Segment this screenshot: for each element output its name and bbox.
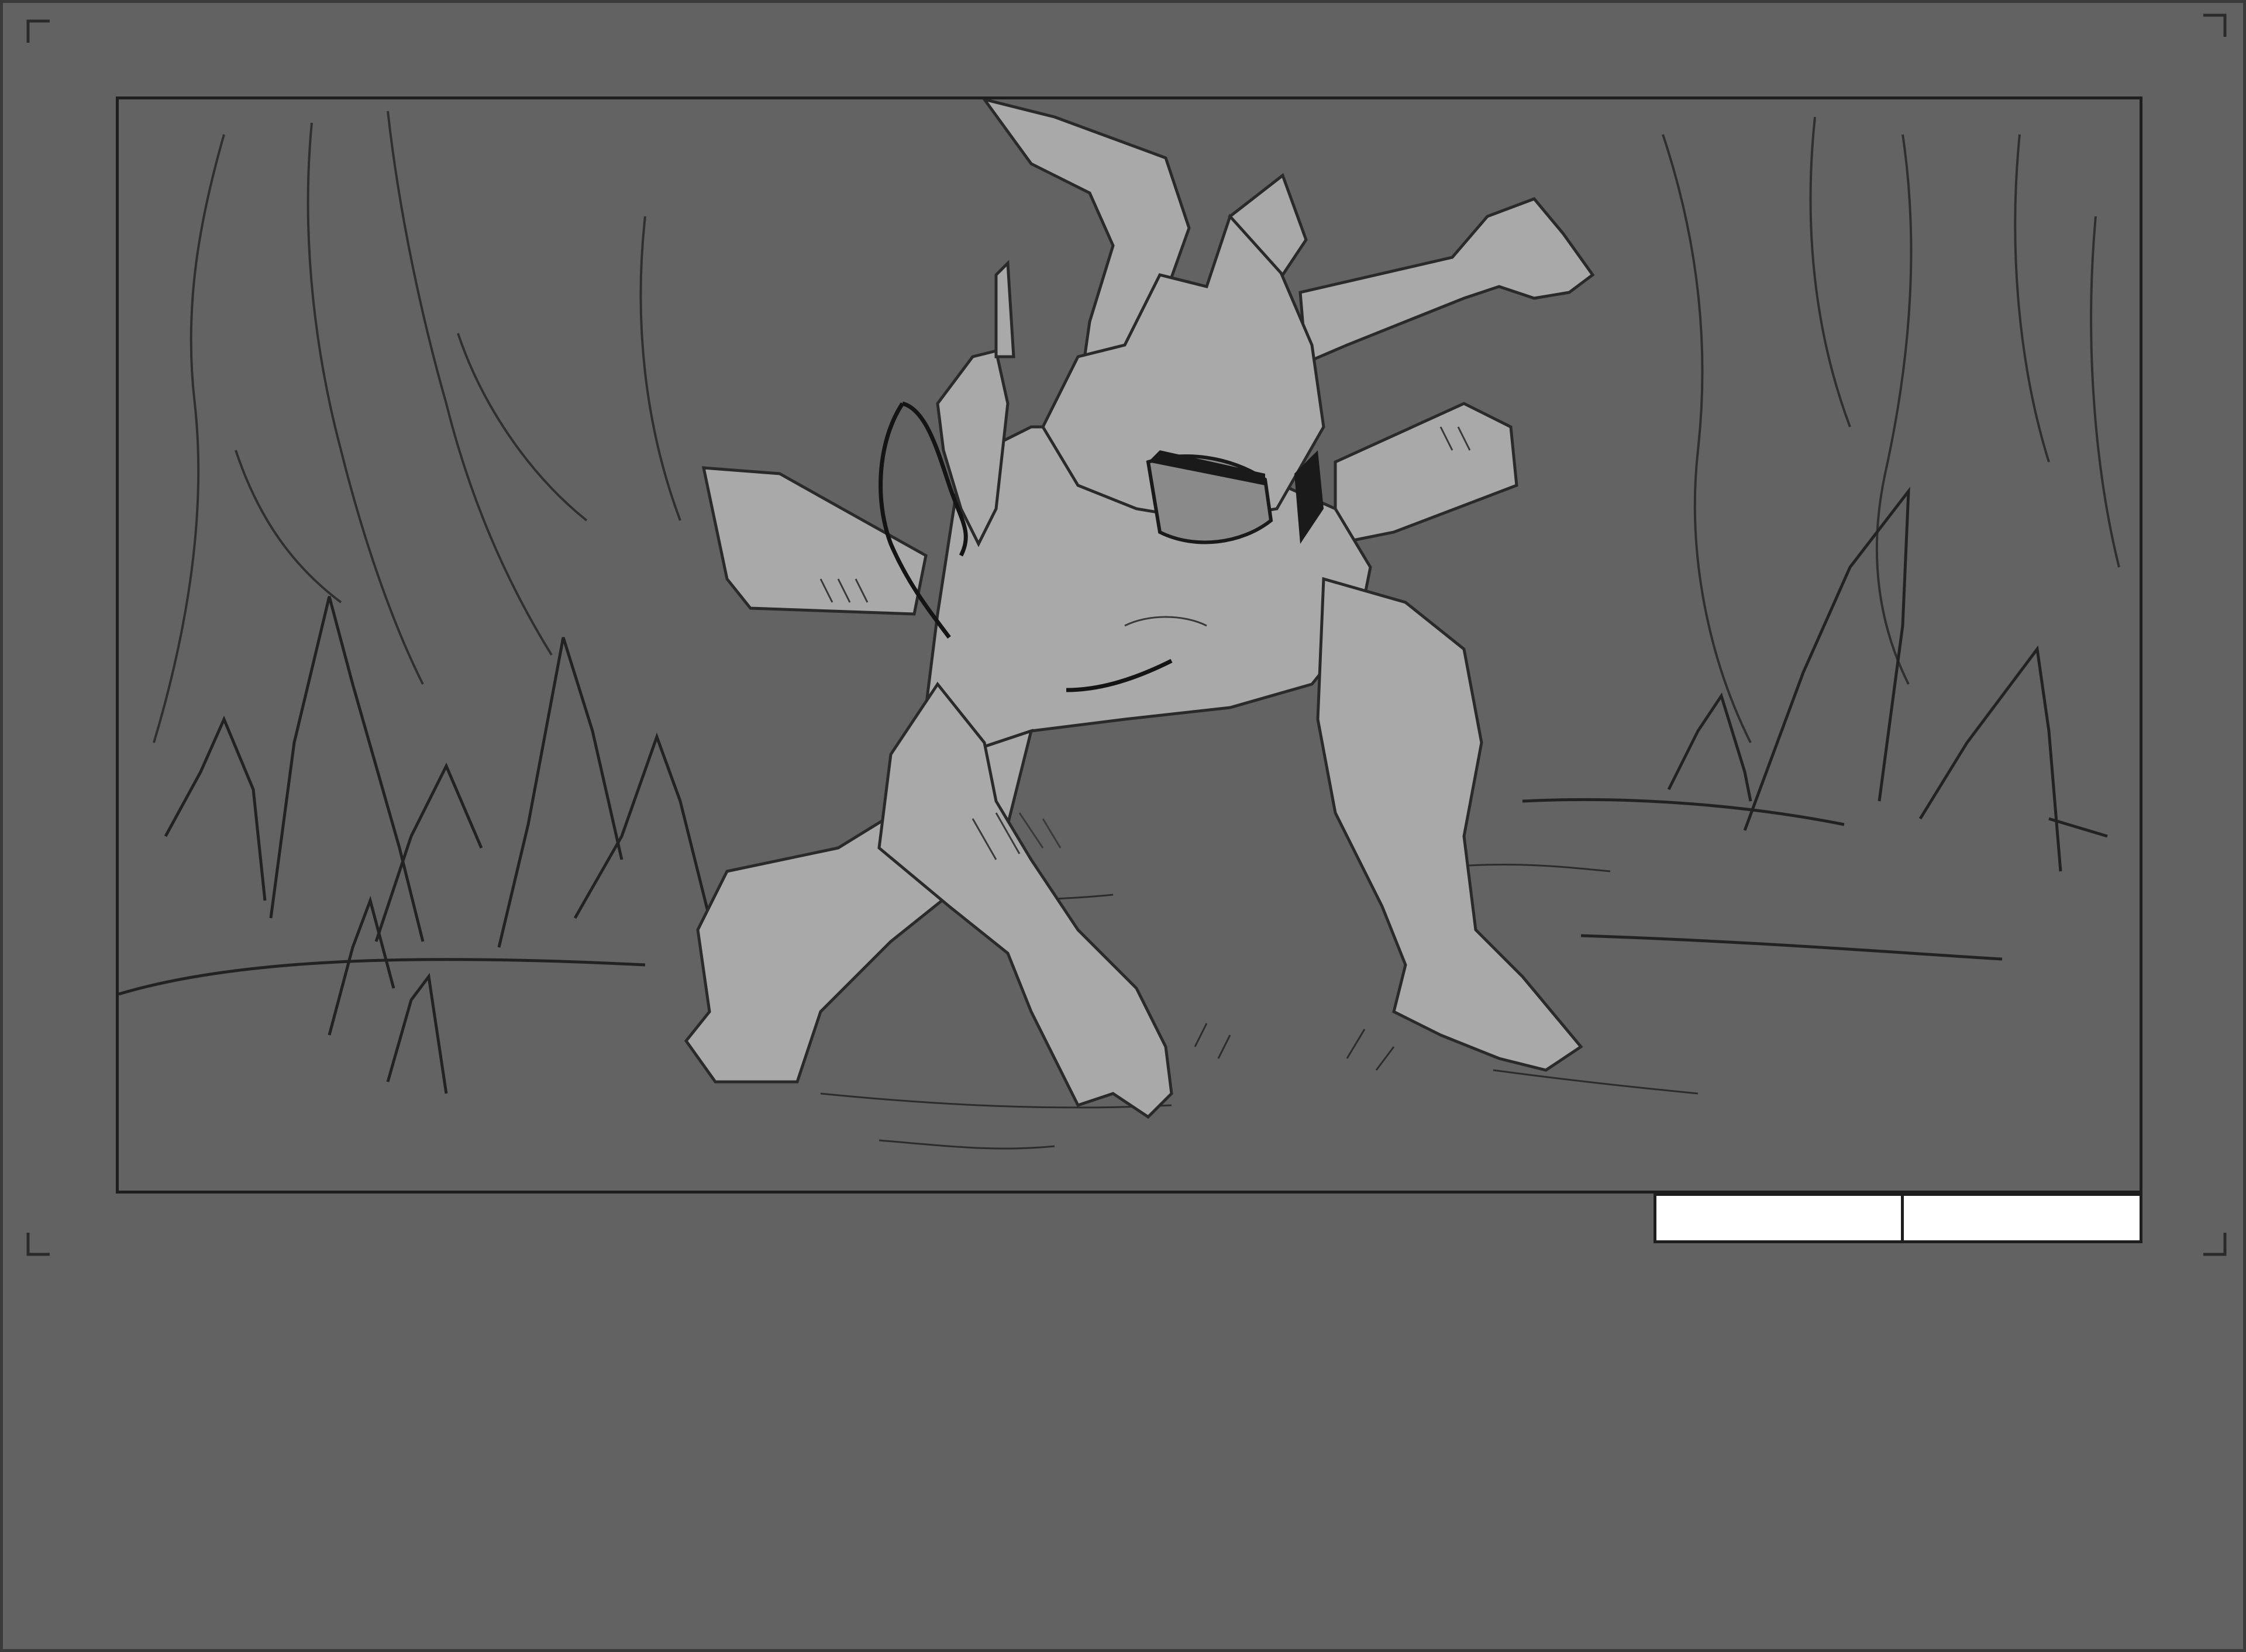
crop-mark-bottom-right xyxy=(2203,1233,2227,1256)
cave-wall-right xyxy=(1662,116,2120,743)
crop-mark-bottom-left xyxy=(26,1233,50,1256)
sketch-illustration xyxy=(119,99,2120,1150)
storyboard-panel xyxy=(116,96,2142,1194)
stalagmites-right xyxy=(1522,487,2108,961)
stalagmites-left xyxy=(119,596,711,1094)
caption-box-left[interactable] xyxy=(1654,1193,1904,1243)
crop-mark-top-left xyxy=(26,19,50,43)
crop-mark-top-right xyxy=(2203,13,2227,37)
storyboard-sheet xyxy=(0,0,2246,1652)
caption-boxes xyxy=(1654,1193,2142,1243)
masked-warrior-figure xyxy=(684,99,1595,1119)
caption-box-right[interactable] xyxy=(1904,1193,2142,1243)
cave-wall-left xyxy=(153,111,681,743)
